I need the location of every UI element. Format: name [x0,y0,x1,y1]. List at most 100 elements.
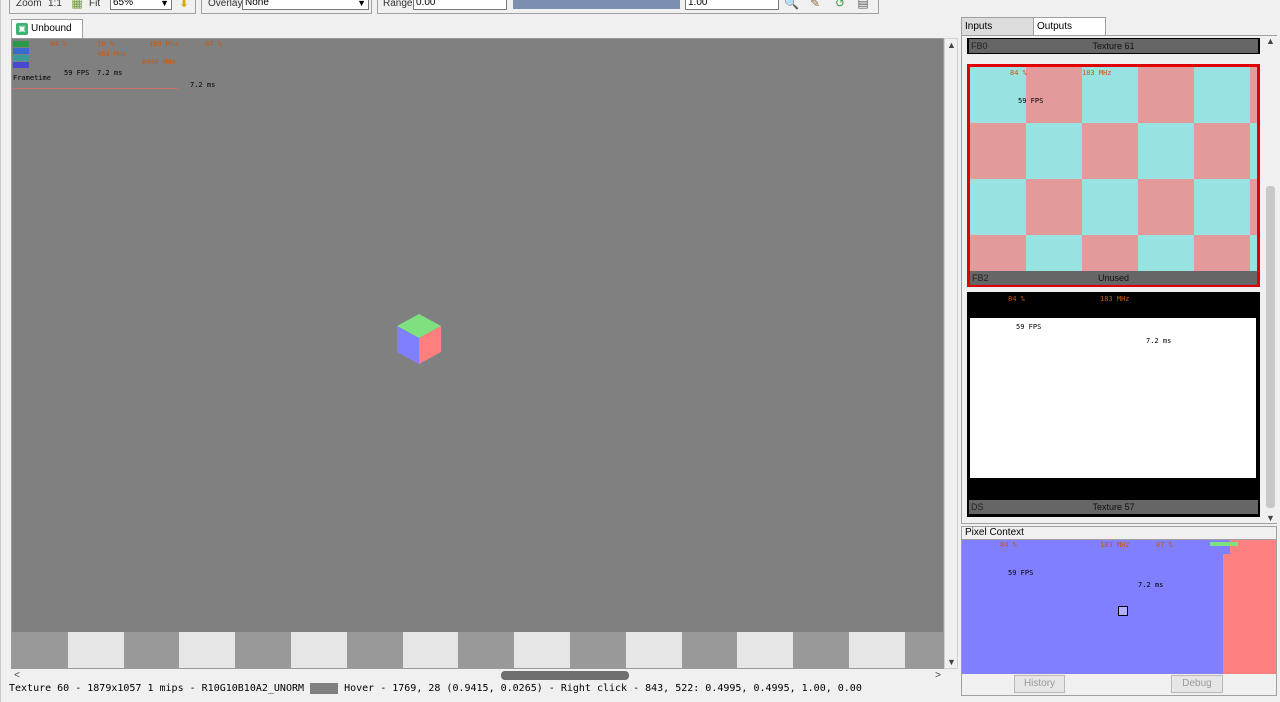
range-min-input[interactable]: 0.00 [413,0,507,10]
zoom-select[interactable]: 65% ▼ [110,0,172,10]
tab-inputs[interactable]: Inputs [961,17,1034,36]
debug-button-label: Debug [1182,678,1212,689]
zoom-label: Zoom [16,0,42,9]
overlay-graph-time: 7.2 ms [190,81,216,89]
thumb-overlay-clock: 183 MHz [1082,69,1112,77]
pixel-context-red-edge [1230,540,1276,674]
chevron-down-icon[interactable]: ▼ [1264,513,1277,523]
status-texture-info: Texture 60 - 1879x1057 1 mips - R10G10B1… [9,683,305,694]
fit-icon[interactable]: ▦ [70,0,84,10]
thumbnail-fb2-overlay: 84 % 183 MHz 59 FPS [972,69,1132,109]
pixel-context-blue-region [962,540,1230,674]
status-color-swatch [310,682,339,694]
overlay-gpu-clock: 183 MHz [149,40,179,48]
pixel-overlay-gpu: 84 % [1000,541,1017,549]
tab-inputs-label: Inputs [965,21,993,32]
overlay-value: None [245,0,269,8]
viewport-vertical-scrollbar[interactable]: ▲ ▼ [944,38,958,669]
tab-unbound[interactable]: ▣ Unbound [11,19,83,38]
overlay-gpu-temp: 87 % [205,40,222,48]
debug-button[interactable]: Debug [1171,675,1223,693]
chevron-up-icon[interactable]: ▲ [1264,36,1277,46]
range-max-value: 1.00 [688,0,708,8]
thumbnail-fb2[interactable]: 84 % 183 MHz 59 FPS FB2 Unused [967,64,1260,287]
zoom-one-to-one-button[interactable]: 1:1 [48,0,62,9]
chevron-right-icon[interactable]: > [932,669,944,682]
pixel-context-cursor [1118,606,1128,616]
chevron-left-icon[interactable]: < [11,669,23,682]
range-max-input[interactable]: 1.00 [685,0,779,10]
cube-render [397,314,441,364]
perf-overlay: 84 % 10 % 183 MHz 87 % 463 MHz 8400 MHz … [12,39,242,91]
pixel-context-title: Pixel Context [965,527,1024,538]
overlay-gpu-load: 10 % [97,40,114,48]
reset-icon[interactable]: ↺ [833,0,847,10]
ds-overlay-fps: 59 FPS [1016,323,1042,331]
thumbnail-fb0-name: Texture 61 [1092,41,1135,51]
histogram-icon[interactable]: ▤ [856,0,870,10]
thumbnails-scroll-thumb[interactable] [1266,186,1275,508]
overlay-frame-graph [13,83,178,89]
thumbnail-ds-name: Texture 57 [1092,502,1135,512]
thumb-overlay-gpu: 84 % [1010,69,1027,77]
thumbnail-ds-caption: DS Texture 57 [969,500,1258,514]
range-label: Range [383,0,413,9]
overlay-select[interactable]: None ▼ [242,0,369,10]
pixel-context-panel: 84 % 183 MHz 87 % 59 FPS 7.2 ms [961,539,1277,696]
texture-icon: ▣ [16,23,28,35]
overlay-cpu-clock: 463 MHz [97,50,127,58]
overlay-label: Overlay [208,0,243,9]
zoom-group: Zoom 1:1 ▦ Fit 65% ▼ ⬇ [9,0,196,14]
pixel-overlay-clock: 183 MHz [1100,541,1130,549]
ds-overlay-gpu: 84 % [1008,295,1025,303]
ds-overlay-time: 7.2 ms [1146,337,1172,345]
chevron-down-icon: ▼ [160,0,169,8]
tab-outputs[interactable]: Outputs [1033,17,1106,36]
wand-icon[interactable]: ✎ [808,0,822,10]
chevron-down-icon[interactable]: ▼ [946,656,957,668]
chevron-up-icon[interactable]: ▲ [946,39,957,51]
thumb-overlay-fps: 59 FPS [1018,97,1044,105]
thumbnail-ds-overlay: 84 % 183 MHz 59 FPS 7.2 ms [970,294,1172,345]
pixel-overlay-temp: 87 % [1156,541,1173,549]
status-bar: Texture 60 - 1879x1057 1 mips - R10G10B1… [9,682,957,696]
history-button-label: History [1023,678,1056,689]
ds-overlay-clock: 183 MHz [1100,295,1130,303]
status-hover-info: Hover - 1769, 28 (0.9415, 0.0265) - Righ… [344,683,862,694]
overlay-gpu-bar [13,41,29,47]
overlay-group: Overlay None ▼ [201,0,372,14]
viewport-horizontal-scrollbar[interactable]: < > [11,669,944,682]
overlay-fps: 59 FPS [64,69,90,77]
range-min-value: 0.00 [416,0,436,8]
pixel-context-header: Pixel Context [961,526,1277,539]
thumbnail-ds[interactable]: 84 % 183 MHz 59 FPS 7.2 ms DS Texture 57 [967,292,1260,517]
texture-viewport[interactable]: 84 % 10 % 183 MHz 87 % 463 MHz 8400 MHz … [11,38,944,669]
thumbnail-fb0[interactable]: FB0 Texture 61 [967,38,1260,54]
range-group: Range 0.00 1.00 🔍 ✎ ↺ ▤ [377,0,879,14]
pixel-overlay-time: 7.2 ms [1138,581,1164,589]
tab-outputs-label: Outputs [1037,21,1073,32]
overlay-ram-bar [13,55,29,61]
output-thumbnails-panel: FB0 Texture 61 84 % 183 MHz 59 FPS FB2 U… [961,35,1277,524]
history-button[interactable]: History [1014,675,1065,693]
window-edge [0,0,1,702]
overlay-gpu-value: 84 % [50,40,67,48]
overlay-ram-clock: 8400 MHz [142,58,176,66]
zoom-range-icon[interactable]: 🔍 [784,0,799,10]
overlay-vram-bar [13,62,29,68]
overlay-cpu-bar [13,48,29,54]
range-slider[interactable] [513,0,680,9]
thumbnail-fb2-name: Unused [1097,273,1130,283]
thumbnail-fb2-caption: FB2 Unused [970,271,1257,285]
overlay-frametime-label: Frametime [13,74,51,82]
overlay-frametime: 7.2 ms [97,69,123,77]
download-icon[interactable]: ⬇ [177,0,191,10]
tab-unbound-label: Unbound [31,23,72,34]
chevron-down-icon: ▼ [357,0,366,8]
fit-label[interactable]: Fit [89,0,100,9]
checker-background [12,632,943,668]
pixel-context-green-bar [1210,542,1238,546]
horizontal-scroll-thumb[interactable] [501,671,629,680]
thumbnails-scrollbar[interactable]: ▲ ▼ [1264,36,1277,523]
thumbnail-fb0-caption: FB0 Texture 61 [969,39,1258,53]
